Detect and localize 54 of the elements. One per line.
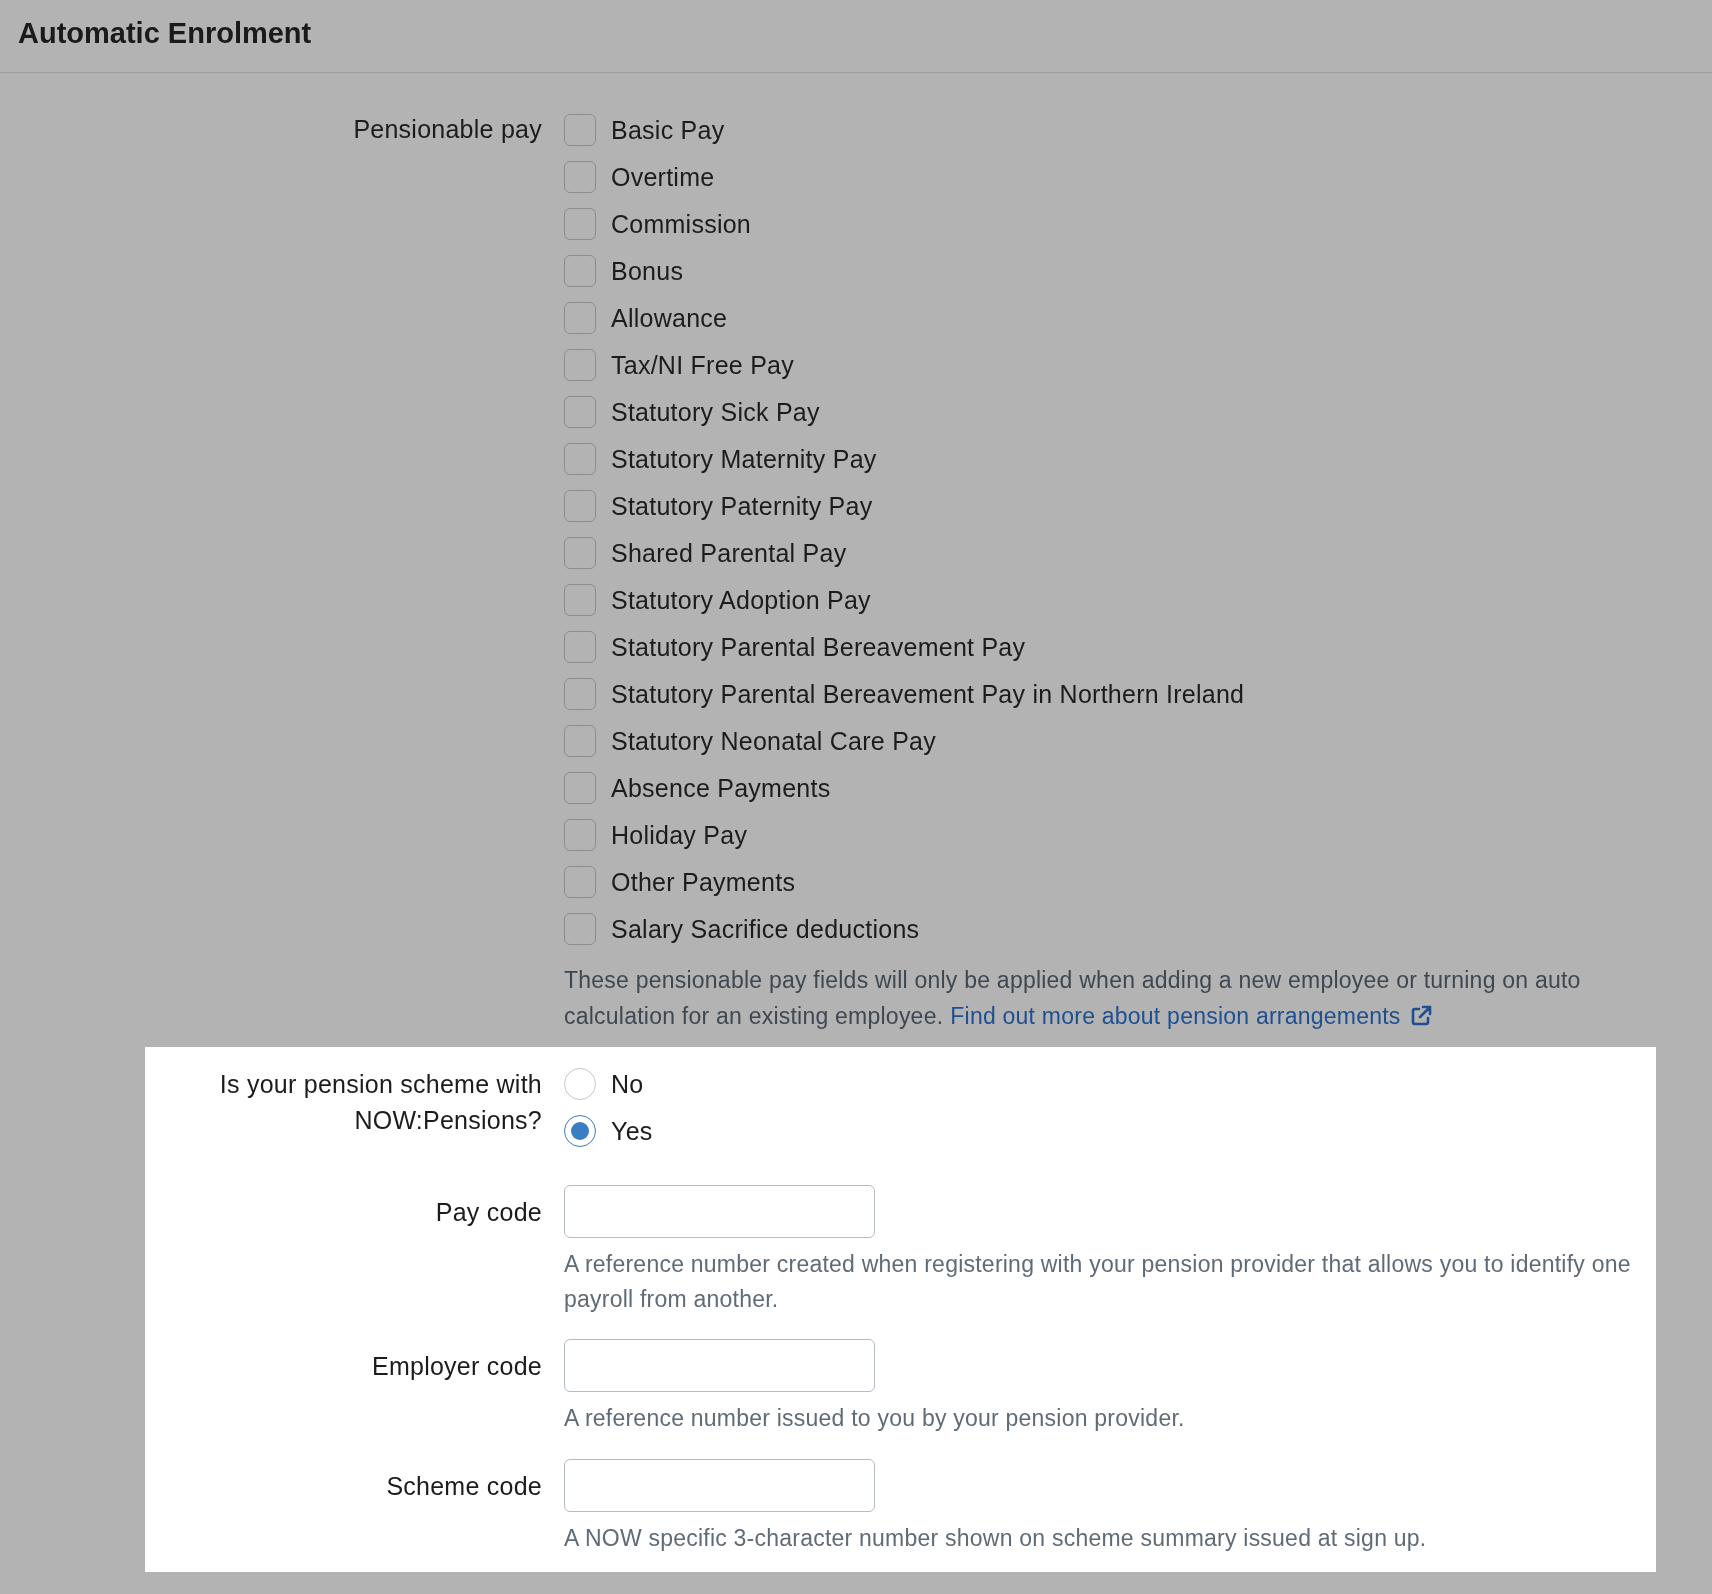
checkbox-label: Statutory Paternity Pay xyxy=(611,490,873,521)
checkbox-label: Commission xyxy=(611,208,752,239)
checkbox[interactable] xyxy=(564,348,596,381)
checkbox-label: Overtime xyxy=(611,161,715,192)
field-label: Pay code xyxy=(435,1196,542,1227)
field-label: Is your pension scheme with NOW:Pensions? xyxy=(218,1069,542,1136)
checkbox-label: Statutory Maternity Pay xyxy=(611,443,877,474)
checkbox-label: Salary Sacrifice deductions xyxy=(611,913,920,944)
checkbox[interactable] xyxy=(564,254,596,287)
checkbox-label: Other Payments xyxy=(611,866,796,897)
checkbox[interactable] xyxy=(564,818,596,851)
checkbox-label: Holiday Pay xyxy=(611,819,748,850)
checkbox[interactable] xyxy=(564,207,596,240)
help-text: A reference number issued to you by your pension provider. xyxy=(564,1404,1186,1433)
checkbox[interactable] xyxy=(564,489,596,522)
checkbox[interactable] xyxy=(564,865,596,898)
checkbox-label: Allowance xyxy=(611,302,728,333)
checkbox[interactable] xyxy=(564,395,596,428)
help-text: A NOW specific 3-character number shown on scheme summary issued at sign up. xyxy=(564,1524,1428,1553)
checkbox-label: Shared Parental Pay xyxy=(611,537,847,568)
radio-label: Yes xyxy=(611,1115,653,1146)
checkbox[interactable] xyxy=(564,442,596,475)
input-field[interactable] xyxy=(564,1339,875,1392)
input-field[interactable] xyxy=(564,1185,875,1238)
checkbox-label: Statutory Sick Pay xyxy=(611,396,820,427)
checkbox[interactable] xyxy=(564,301,596,334)
checkbox-label: Absence Payments xyxy=(611,772,831,803)
radio-button[interactable] xyxy=(564,1067,596,1100)
checkbox[interactable] xyxy=(564,160,596,193)
checkbox-label: Basic Pay xyxy=(611,114,725,145)
help-text: These pensionable pay fields will only be applied when adding a new employee or turning on auto calculation for an existing employee. Find out more about pension arrangements xyxy=(564,962,1649,1034)
checkbox[interactable] xyxy=(564,113,596,146)
checkbox-label: Statutory Parental Bereavement Pay in Northern Ireland xyxy=(611,678,1245,709)
pension-info-link[interactable]: Find out more about pension arrangements xyxy=(950,998,1433,1034)
checkbox-label: Statutory Neonatal Care Pay xyxy=(611,725,936,756)
checkbox[interactable] xyxy=(564,677,596,710)
radio-label: No xyxy=(611,1068,644,1099)
checkbox[interactable] xyxy=(564,771,596,804)
page-title: Automatic Enrolment xyxy=(18,16,312,51)
checkbox[interactable] xyxy=(564,912,596,945)
checkbox[interactable] xyxy=(564,724,596,757)
checkbox[interactable] xyxy=(564,630,596,663)
help-text: A reference number created when registering with your pension provider that allows you to identify one payroll from another. xyxy=(564,1250,1632,1314)
checkbox[interactable] xyxy=(564,583,596,616)
field-label: Employer code xyxy=(372,1350,542,1381)
checkbox[interactable] xyxy=(564,536,596,569)
checkbox-label: Statutory Adoption Pay xyxy=(611,584,871,615)
checkbox-label: Statutory Parental Bereavement Pay xyxy=(611,631,1026,662)
field-label: Pensionable pay xyxy=(353,114,542,145)
radio-button[interactable] xyxy=(564,1114,596,1147)
field-label: Scheme code xyxy=(386,1470,542,1501)
checkbox-label: Bonus xyxy=(611,255,684,286)
input-field[interactable] xyxy=(564,1459,875,1512)
checkbox-label: Tax/NI Free Pay xyxy=(611,349,794,380)
